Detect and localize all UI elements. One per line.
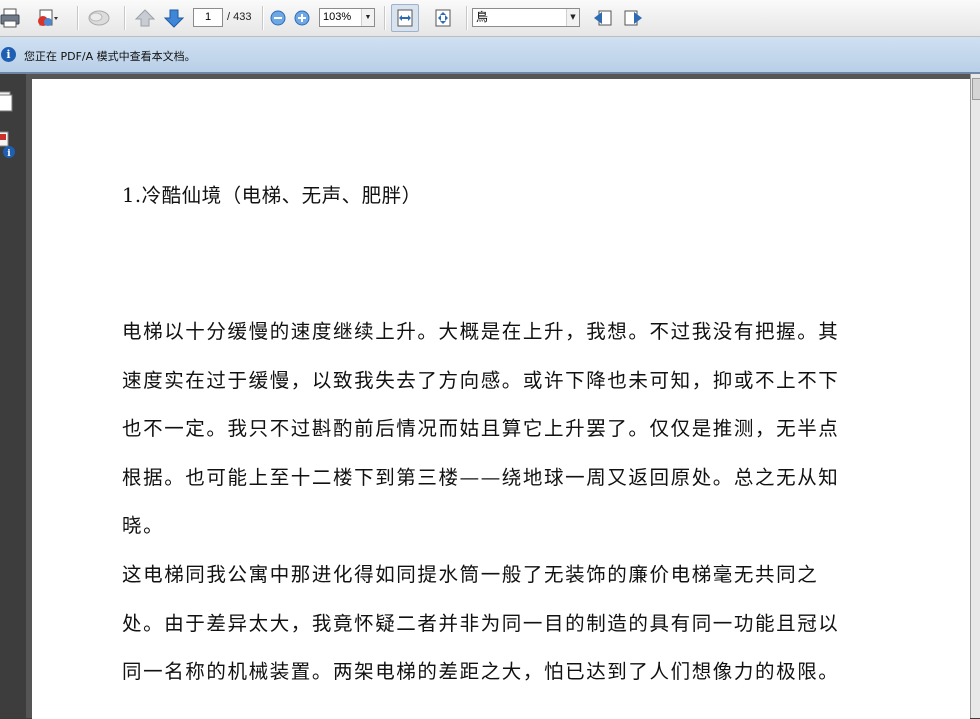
vertical-scrollbar[interactable] [970, 74, 980, 718]
pages-panel-button[interactable] [0, 90, 14, 116]
fit-width-icon [397, 9, 413, 27]
toolbar-separator [384, 6, 385, 30]
scrollbar-thumb[interactable] [972, 78, 980, 100]
arrow-up-icon [134, 9, 156, 27]
toolbar-separator [466, 6, 467, 30]
fit-page-icon [435, 9, 451, 27]
zoom-out-icon [270, 10, 286, 26]
document-viewport[interactable]: 1.冷酷仙境（电梯、无声、肥胖） 电梯以十分缓慢的速度继续上升。大概是在上升，我… [26, 74, 970, 719]
text-line: 处。由于差异太大，我竟怀疑二者并非为同一目的制造的具有同一功能且冠以 [122, 611, 840, 635]
search-input[interactable]: 鳥 ▼ [472, 8, 580, 27]
text-line: 电梯以十分缓慢的速度继续上升。大概是在上升，我想。不过我没有把握。其 [122, 320, 840, 343]
navigation-pane: i [0, 74, 26, 718]
text-line: 这电梯同我公寓中那进化得如同提水筒一般了无装饰的廉价电梯毫无共同之 [122, 563, 819, 586]
find-next-button[interactable] [620, 4, 648, 32]
create-pdf-icon [38, 9, 58, 26]
paragraph: 电梯以十分缓慢的速度继续上升。大概是在上升，我想。不过我没有把握。其 速度实在过… [122, 320, 902, 563]
fit-width-button[interactable] [391, 4, 419, 32]
pages-icon [0, 91, 13, 112]
chevron-down-icon[interactable]: ▼ [566, 9, 579, 26]
print-button[interactable] [0, 4, 24, 32]
next-page-button[interactable] [160, 4, 188, 32]
notification-message: 您正在 PDF/A 模式中查看本文档。 [24, 50, 196, 63]
page-total: / 433 [227, 11, 252, 23]
zoom-level-value: 103% [323, 11, 352, 23]
zoom-in-icon [294, 10, 310, 26]
text-line: 也不一定。我只不过斟酌前后情况而姑且算它上升罢了。仅仅是推测，无半点 [122, 417, 840, 440]
attachments-panel-button[interactable]: i [0, 130, 18, 164]
find-previous-icon [594, 10, 612, 26]
printer-icon [0, 8, 20, 28]
text-line: 速度实在过于缓慢，以致我失去了方向感。或许下降也未可知，抑或不上不下 [122, 368, 840, 392]
page-number-input[interactable]: 1 [193, 8, 223, 27]
fit-page-button[interactable] [429, 4, 457, 32]
create-pdf-button[interactable] [32, 4, 60, 32]
toolbar: 1 / 433 103% ▼ 鳥 ▼ [0, 0, 980, 37]
zoom-in-button[interactable] [288, 4, 316, 32]
collaborate-button[interactable] [85, 4, 113, 32]
previous-page-button[interactable] [131, 4, 159, 32]
toolbar-separator [77, 6, 78, 30]
search-input-value: 鳥 [476, 10, 489, 24]
pdf-page: 1.冷酷仙境（电梯、无声、肥胖） 电梯以十分缓慢的速度继续上升。大概是在上升，我… [32, 79, 970, 719]
comment-bubble-icon [88, 10, 110, 26]
toolbar-separator [124, 6, 125, 30]
info-icon: i [1, 47, 16, 62]
text-line: 根据。也可能上至十二楼下到第三楼——绕地球一周又返回原处。总之无从知 [122, 465, 840, 489]
paragraph: 这电梯同我公寓中那进化得如同提水筒一般了无装饰的廉价电梯毫无共同之 处。由于差异… [122, 563, 902, 709]
svg-text:i: i [7, 149, 11, 159]
toolbar-separator [262, 6, 263, 30]
find-previous-button[interactable] [588, 4, 616, 32]
text-line: 晓。 [122, 514, 165, 537]
chevron-down-icon[interactable]: ▼ [361, 9, 374, 26]
chapter-heading: 1.冷酷仙境（电梯、无声、肥胖） [122, 184, 422, 207]
text-line: 同一名称的机械装置。两架电梯的差距之大，怕已达到了人们想像力的极限。 [122, 660, 840, 683]
pdfa-notification-bar: i 您正在 PDF/A 模式中查看本文档。 [0, 37, 980, 74]
find-next-icon [624, 10, 642, 26]
document-properties-icon: i [0, 131, 15, 159]
zoom-level-select[interactable]: 103% ▼ [319, 8, 375, 27]
arrow-down-icon [163, 9, 185, 28]
